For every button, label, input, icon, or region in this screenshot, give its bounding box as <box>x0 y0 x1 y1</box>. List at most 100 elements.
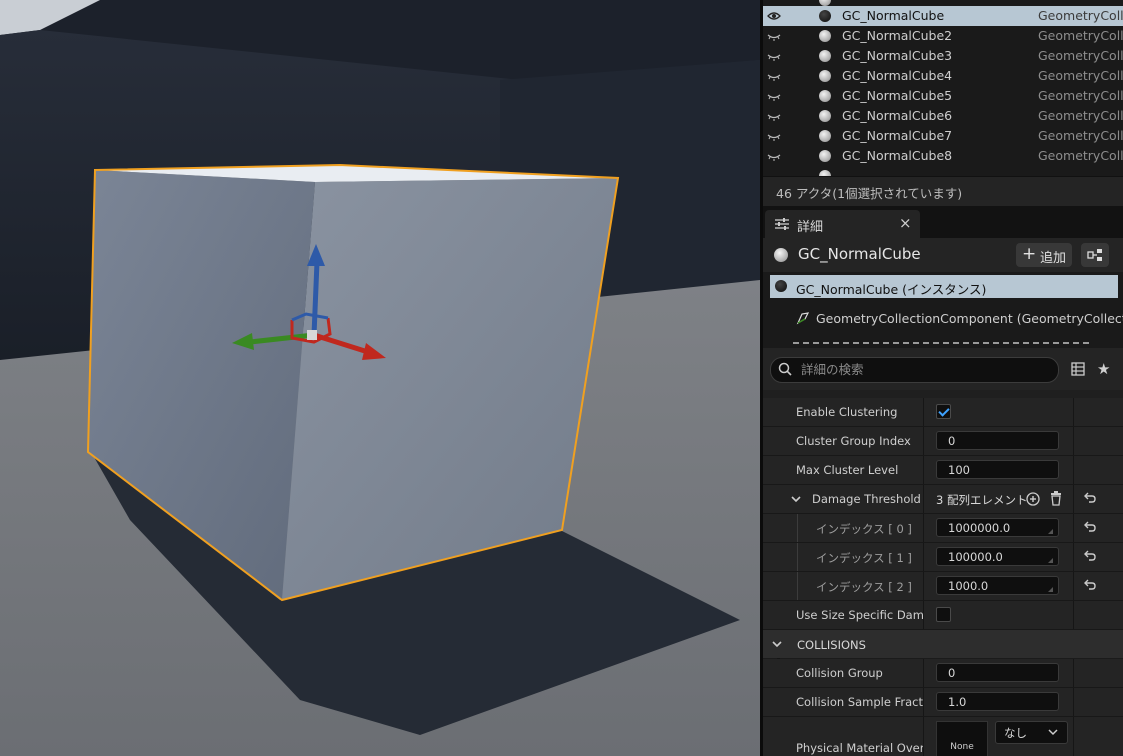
array-element-row: インデックス [ 2 ] 1000.0 <box>763 572 1123 601</box>
property-collision-sample-fraction: Collision Sample Fraction 1.0 <box>763 688 1123 717</box>
component-row-partial <box>793 338 1093 348</box>
table-icon[interactable] <box>1071 362 1085 376</box>
outliner-row[interactable]: GC_NormalCube3 GeometryColle <box>763 46 1123 66</box>
outliner-row[interactable]: GC_NormalCube6 GeometryColle <box>763 106 1123 126</box>
search-icon <box>778 362 792 376</box>
eye-closed-icon[interactable] <box>767 149 781 163</box>
property-enable-clustering: Enable Clustering <box>763 398 1123 427</box>
material-select-value: なし <box>1004 726 1027 740</box>
eye-closed-icon[interactable] <box>767 89 781 103</box>
property-label: Collision Group <box>796 666 883 680</box>
outliner-row-partial[interactable] <box>763 166 1123 176</box>
property-cluster-group-index: Cluster Group Index 0 <box>763 427 1123 456</box>
reset-arrow-icon[interactable] <box>1083 491 1097 505</box>
eye-closed-icon[interactable] <box>767 49 781 63</box>
eye-closed-icon[interactable] <box>767 29 781 43</box>
section-collisions[interactable]: COLLISIONS <box>763 630 1123 658</box>
actor-header: GC_NormalCube + 追加 <box>763 238 1123 272</box>
actor-count-text: 46 アクタ(1個選択されています) <box>776 186 963 201</box>
plus-circle-icon[interactable] <box>1026 492 1040 506</box>
property-label: Collision Sample Fraction <box>796 695 923 709</box>
viewport-scene[interactable] <box>0 0 760 756</box>
collision-group-field[interactable]: 0 <box>936 663 1059 682</box>
add-component-button[interactable]: + 追加 <box>1016 243 1072 267</box>
sphere-icon <box>819 90 831 102</box>
outliner-row[interactable]: GC_NormalCube8 GeometryColle <box>763 146 1123 166</box>
enable-clustering-checkbox[interactable] <box>936 404 951 419</box>
property-label: Cluster Group Index <box>796 434 911 448</box>
reset-arrow-icon[interactable] <box>1083 578 1097 592</box>
blueprint-icon <box>1087 249 1102 261</box>
damage-threshold-1-field[interactable]: 100000.0 <box>936 547 1059 566</box>
component-child-row[interactable]: GeometryCollectionComponent (GeometryCol… <box>763 308 1123 330</box>
reset-arrow-icon[interactable] <box>1083 520 1097 534</box>
outliner-row[interactable]: GC_NormalCube2 GeometryColle <box>763 26 1123 46</box>
cluster-group-index-field[interactable]: 0 <box>936 431 1059 450</box>
use-size-specific-damage-checkbox[interactable] <box>936 607 951 622</box>
outliner-row[interactable]: GC_NormalCube GeometryColle <box>763 6 1123 26</box>
reset-arrow-icon[interactable] <box>1083 549 1097 563</box>
eye-closed-icon[interactable] <box>767 129 781 143</box>
property-list: Enable Clustering Cluster Group Index 0 … <box>763 398 1123 756</box>
outliner-row[interactable]: GC_NormalCube5 GeometryColle <box>763 86 1123 106</box>
sphere-icon <box>819 150 831 162</box>
property-collision-group: Collision Group 0 <box>763 659 1123 688</box>
tab-details-label: 詳細 <box>797 220 824 235</box>
close-icon[interactable]: × <box>899 214 912 232</box>
star-icon[interactable]: ★ <box>1097 360 1110 378</box>
property-max-cluster-level: Max Cluster Level 100 <box>763 456 1123 485</box>
details-search-bar: ★ <box>763 348 1123 390</box>
sphere-icon <box>774 248 788 262</box>
sphere-icon <box>819 10 831 22</box>
outliner-row[interactable]: GC_NormalCube4 GeometryColle <box>763 66 1123 86</box>
outliner-row-type: GeometryColle <box>1038 8 1123 23</box>
collision-sample-fraction-field[interactable]: 1.0 <box>936 692 1059 711</box>
field-value: 1000000.0 <box>948 521 1011 535</box>
max-cluster-level-field[interactable]: 100 <box>936 460 1059 479</box>
outliner: GC_NormalCube GeometryColle GC_NormalCub… <box>763 0 1123 176</box>
plus-icon: + <box>1022 244 1037 264</box>
array-summary: 3 配列エレメント <box>936 493 1028 507</box>
property-damage-threshold: Damage Threshold 3 配列エレメント <box>763 485 1123 514</box>
outliner-row-type: GeometryColle <box>1038 148 1123 163</box>
tab-details[interactable]: 詳細 × <box>765 210 920 238</box>
eye-icon[interactable] <box>767 9 781 23</box>
right-panel: GC_NormalCube GeometryColle GC_NormalCub… <box>763 0 1123 756</box>
damage-threshold-2-field[interactable]: 1000.0 <box>936 576 1059 595</box>
outliner-row-type: GeometryColle <box>1038 68 1123 83</box>
property-physical-material-override: Physical Material Overrid None なし <box>763 717 1123 756</box>
damage-threshold-0-field[interactable]: 1000000.0 <box>936 518 1059 537</box>
eye-closed-icon[interactable] <box>767 69 781 83</box>
section-label: COLLISIONS <box>797 638 866 652</box>
outliner-row-type: GeometryColle <box>1038 48 1123 63</box>
chevron-down-icon <box>1048 729 1058 736</box>
property-use-size-specific-damage: Use Size Specific Damag <box>763 601 1123 630</box>
blueprint-button[interactable] <box>1081 243 1109 267</box>
property-label: Use Size Specific Damag <box>796 608 923 622</box>
array-element-row: インデックス [ 1 ] 100000.0 <box>763 543 1123 572</box>
property-label: Enable Clustering <box>796 405 898 419</box>
outliner-row-name: GC_NormalCube3 <box>842 48 953 63</box>
outliner-row-name: GC_NormalCube8 <box>842 148 953 163</box>
level-viewport[interactable] <box>0 0 760 756</box>
chevron-down-icon[interactable] <box>772 639 782 649</box>
outliner-row-name: GC_NormalCube5 <box>842 88 953 103</box>
outliner-row-type: GeometryColle <box>1038 128 1123 143</box>
chevron-down-icon[interactable] <box>791 494 801 504</box>
sphere-icon <box>819 130 831 142</box>
property-label: Max Cluster Level <box>796 463 899 477</box>
outliner-row[interactable]: GC_NormalCube7 GeometryColle <box>763 126 1123 146</box>
outliner-row-type: GeometryColle <box>1038 88 1123 103</box>
property-label: Damage Threshold <box>812 492 921 506</box>
details-search-input[interactable] <box>801 361 1041 377</box>
details-search-box[interactable] <box>770 357 1059 383</box>
sphere-icon <box>819 50 831 62</box>
outliner-row-name: GC_NormalCube7 <box>842 128 953 143</box>
material-thumbnail[interactable]: None <box>936 721 988 756</box>
field-value: 100000.0 <box>948 550 1003 564</box>
trash-icon[interactable] <box>1050 491 1062 506</box>
component-root-row[interactable]: GC_NormalCube (インスタンス) <box>770 275 1118 298</box>
material-select[interactable]: なし <box>995 721 1068 744</box>
details-tab-bar: 詳細 × <box>763 206 1123 238</box>
eye-closed-icon[interactable] <box>767 109 781 123</box>
